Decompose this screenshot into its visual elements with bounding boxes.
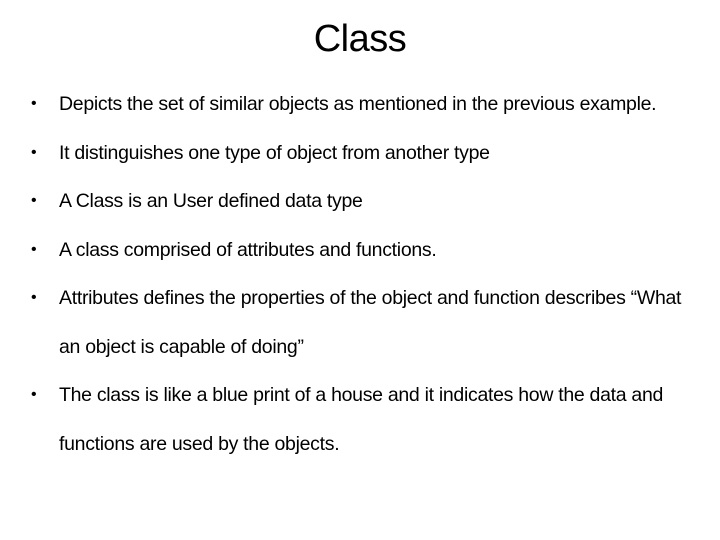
bullet-text: Attributes defines the properties of the… <box>59 287 682 358</box>
bullet-item: • Depicts the set of similar objects as … <box>26 80 706 129</box>
bullet-item: • Attributes defines the properties of t… <box>26 274 706 371</box>
bullet-icon: • <box>31 143 37 161</box>
bullet-icon: • <box>31 95 37 112</box>
bullet-item: • A Class is an User defined data type <box>26 177 706 226</box>
bullet-text: A Class is an User defined data type <box>59 190 363 212</box>
slide: Class • Depicts the set of similar objec… <box>0 0 720 540</box>
bullet-icon: • <box>31 386 37 403</box>
bullet-icon: • <box>31 289 37 306</box>
bullet-text: Depicts the set of similar objects as me… <box>59 93 657 115</box>
bullet-icon: • <box>31 240 37 258</box>
bullet-item: • The class is like a blue print of a ho… <box>26 371 706 468</box>
bullet-item: • It distinguishes one type of object fr… <box>26 129 706 178</box>
bullet-icon: • <box>31 192 37 209</box>
bullet-list: • Depicts the set of similar objects as … <box>26 80 706 468</box>
bullet-item: • A class comprised of attributes and fu… <box>26 226 706 275</box>
bullet-text: It distinguishes one type of object from… <box>59 141 490 164</box>
slide-title: Class <box>313 18 407 60</box>
bullet-text: A class comprised of attributes and func… <box>59 238 437 261</box>
bullet-text: The class is like a blue print of a hous… <box>59 384 664 455</box>
